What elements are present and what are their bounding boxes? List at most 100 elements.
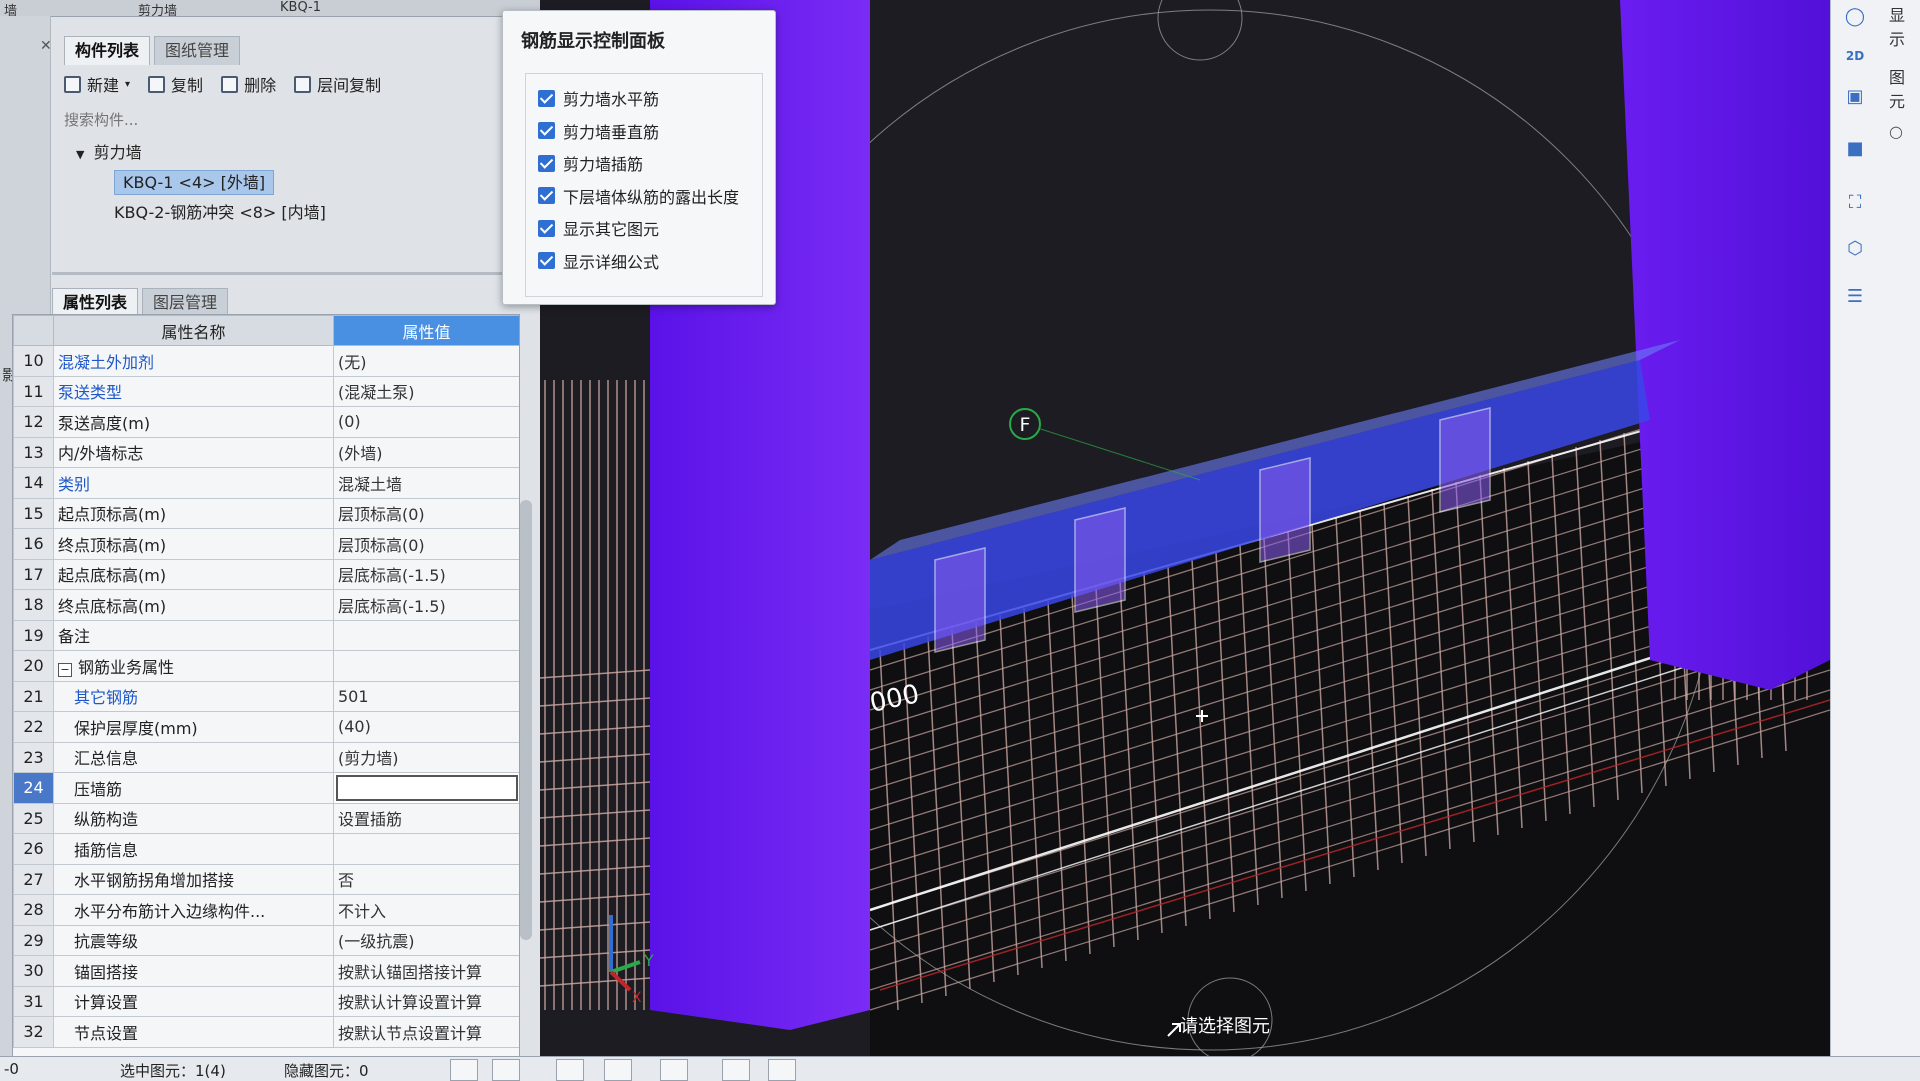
property-value[interactable]: 混凝土墙	[333, 467, 519, 499]
top-strip-c[interactable]: KBQ-1	[280, 0, 321, 15]
table-row[interactable]: 23 汇总信息 (剪力墙)	[13, 741, 519, 773]
table-row[interactable]: 10 混凝土外加剂 (无)	[13, 345, 519, 377]
property-value[interactable]: 层底标高(-1.5)	[333, 589, 519, 621]
table-row[interactable]: 29 抗震等级 (一级抗震)	[13, 924, 519, 956]
fit-view-icon[interactable]: ⛶	[1835, 186, 1875, 218]
property-value[interactable]: 按默认锚固搭接计算	[333, 955, 519, 987]
property-value[interactable]	[333, 833, 519, 865]
property-value[interactable]: (剪力墙)	[333, 741, 519, 773]
property-value[interactable]: 设置插筋	[333, 802, 519, 834]
option-row[interactable]: 剪力墙水平筋	[538, 84, 659, 112]
property-scrollbar[interactable]	[520, 500, 532, 940]
table-row[interactable]: 24 压墙筋	[13, 772, 519, 804]
property-value[interactable]: 按默认节点设置计算	[333, 1016, 519, 1048]
circle-icon[interactable]: ○	[1889, 122, 1919, 141]
solid-view-icon[interactable]: ■	[1835, 132, 1875, 164]
rotate-handle-top[interactable]	[1157, 0, 1243, 61]
property-value[interactable]	[333, 772, 519, 804]
arc-tool-icon[interactable]	[768, 1059, 796, 1081]
option-row[interactable]: 显示其它图元	[538, 214, 659, 242]
option-checkbox[interactable]	[538, 219, 555, 237]
table-row[interactable]: 28 水平分布筋计入边缘构件... 不计入	[13, 894, 519, 926]
property-value[interactable]: (混凝土泵)	[333, 375, 519, 407]
table-row[interactable]: 13 内/外墙标志 (外墙)	[13, 436, 519, 468]
property-name-text[interactable]: 混凝土外加剂	[58, 353, 154, 372]
copy-button[interactable]: 复制	[148, 72, 203, 96]
option-checkbox[interactable]	[538, 122, 555, 139]
property-value[interactable]: 按默认计算设置计算	[333, 985, 519, 1017]
cube-view-icon[interactable]: ▣	[1835, 80, 1875, 112]
option-checkbox[interactable]	[538, 154, 555, 172]
option-row[interactable]: 剪力墙垂直筋	[538, 117, 659, 145]
table-row[interactable]: 17 起点底标高(m) 层底标高(-1.5)	[13, 558, 519, 590]
rotate-view-icon[interactable]: ◯	[1835, 0, 1875, 32]
table-row[interactable]: 19 备注	[13, 619, 519, 651]
table-row[interactable]: 31 计算设置 按默认计算设置计算	[13, 985, 519, 1017]
table-row[interactable]: 25 纵筋构造 设置插筋	[13, 802, 519, 834]
option-checkbox[interactable]	[538, 252, 555, 269]
property-value[interactable]: 层底标高(-1.5)	[333, 558, 519, 590]
property-name-text[interactable]: 类别	[58, 475, 90, 494]
tree-item-kbq-1[interactable]: KBQ-1 <4> [外墙]	[62, 168, 532, 198]
table-row[interactable]: 22 保护层厚度(mm) (40)	[13, 711, 519, 743]
iso-view-icon[interactable]: ⬡	[1835, 232, 1875, 264]
floor-copy-button[interactable]: 层间复制	[294, 72, 381, 96]
add-point-icon[interactable]	[660, 1059, 688, 1081]
expand-triangle-icon[interactable]: ▼	[76, 148, 84, 161]
tree-item-kbq-2[interactable]: KBQ-2-钢筋冲突 <8> [内墙]	[62, 198, 532, 228]
property-value[interactable]: (一级抗震)	[333, 924, 519, 956]
select-box-icon[interactable]	[492, 1059, 520, 1081]
property-name-text[interactable]: 泵送类型	[58, 383, 122, 402]
layer-tool-icon[interactable]	[722, 1059, 750, 1081]
delete-button[interactable]: 删除	[221, 72, 276, 96]
table-row[interactable]: 20− 钢筋业务属性	[13, 650, 519, 682]
tab-property-list[interactable]: 属性列表	[52, 288, 139, 317]
tab-drawing-management[interactable]: 图纸管理	[154, 36, 241, 65]
property-value[interactable]: 不计入	[333, 894, 519, 926]
tab-component-list[interactable]: 构件列表	[64, 36, 151, 65]
option-checkbox[interactable]	[538, 187, 555, 204]
panel-splitter[interactable]	[52, 272, 540, 275]
snap-tool-icon[interactable]	[450, 1059, 478, 1081]
table-row[interactable]: 27 水平钢筋拐角增加搭接 否	[13, 863, 519, 895]
option-checkbox[interactable]	[538, 89, 555, 107]
table-row[interactable]: 26 插筋信息	[13, 833, 519, 865]
tree-group-shear-wall[interactable]: ▼ 剪力墙	[62, 138, 532, 168]
collapse-icon[interactable]: −	[58, 662, 72, 677]
properties-view-icon[interactable]: ☰	[1835, 280, 1875, 312]
table-row[interactable]: 12 泵送高度(m) (0)	[13, 406, 519, 438]
top-strip-b[interactable]: 剪力墙	[138, 0, 177, 16]
table-row[interactable]: 32 节点设置 按默认节点设置计算	[13, 1016, 519, 1048]
property-name-text[interactable]: 其它钢筋	[74, 688, 138, 707]
cross-select-icon[interactable]	[556, 1059, 584, 1081]
option-row[interactable]: 下层墙体纵筋的露出长度	[538, 182, 739, 210]
chevron-down-icon[interactable]: ▾	[125, 79, 130, 90]
property-name: 计算设置	[53, 985, 334, 1017]
property-value[interactable]: (40)	[333, 711, 519, 743]
angle-tool-icon[interactable]	[604, 1059, 632, 1081]
property-value[interactable]: (0)	[333, 406, 519, 438]
property-value[interactable]	[333, 619, 519, 651]
property-value[interactable]: 501	[333, 680, 519, 712]
property-value[interactable]: (外墙)	[333, 436, 519, 468]
property-value[interactable]: 层顶标高(0)	[333, 528, 519, 560]
table-row[interactable]: 14 类别 混凝土墙	[13, 467, 519, 499]
option-row[interactable]: 剪力墙插筋	[538, 149, 643, 177]
table-row[interactable]: 11 泵送类型 (混凝土泵)	[13, 375, 519, 407]
shear-wall-right[interactable]	[1620, 0, 1830, 690]
tab-layer-management[interactable]: 图层管理	[142, 288, 229, 317]
property-value[interactable]: (无)	[333, 345, 519, 377]
search-input[interactable]	[62, 106, 506, 134]
close-icon[interactable]: ✕	[40, 38, 52, 54]
property-value[interactable]	[333, 650, 519, 682]
table-row[interactable]: 15 起点顶标高(m) 层顶标高(0)	[13, 497, 519, 529]
table-row[interactable]: 30 锚固搭接 按默认锚固搭接计算	[13, 955, 519, 987]
new-button[interactable]: 新建 ▾	[64, 72, 130, 96]
table-row[interactable]: 21 其它钢筋 501	[13, 680, 519, 712]
property-value[interactable]: 层顶标高(0)	[333, 497, 519, 529]
table-row[interactable]: 16 终点顶标高(m) 层顶标高(0)	[13, 528, 519, 560]
view-2d-button[interactable]: 2D	[1835, 40, 1875, 72]
table-row[interactable]: 18 终点底标高(m) 层底标高(-1.5)	[13, 589, 519, 621]
property-value[interactable]: 否	[333, 863, 519, 895]
option-row[interactable]: 显示详细公式	[538, 247, 659, 275]
